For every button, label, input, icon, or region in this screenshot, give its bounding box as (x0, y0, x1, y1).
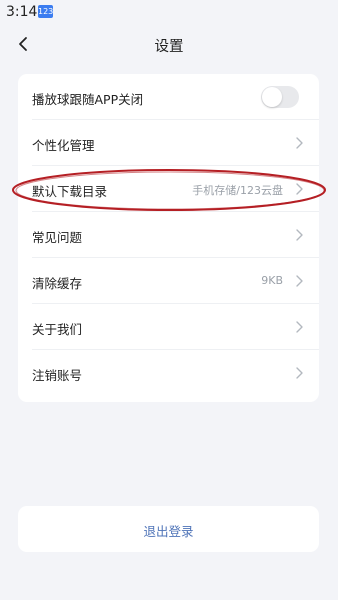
nav-bar: 设置 (0, 26, 338, 62)
setting-row-clear-cache[interactable]: 清除缓存 9KB (18, 258, 319, 304)
setting-row-download-directory[interactable]: 默认下载目录 手机存储/123云盘 (18, 166, 319, 212)
setting-label: 常见问题 (32, 230, 83, 245)
chevron-right-icon (296, 183, 303, 195)
setting-label: 清除缓存 (32, 276, 83, 291)
chevron-right-icon (296, 275, 303, 287)
toggle-knob (262, 87, 282, 107)
setting-label: 播放球跟随APP关闭 (32, 92, 144, 107)
setting-label: 个性化管理 (32, 138, 95, 153)
settings-card: 播放球跟随APP关闭 个性化管理 默认下载目录 手机存储/123云盘 常见问题 … (18, 74, 319, 402)
page-title: 设置 (154, 39, 184, 55)
chevron-right-icon (296, 229, 303, 241)
download-directory-value: 手机存储/123云盘 (192, 184, 283, 197)
setting-row-faq[interactable]: 常见问题 (18, 212, 319, 258)
setting-row-delete-account[interactable]: 注销账号 (18, 350, 319, 396)
playball-toggle[interactable] (261, 86, 299, 108)
setting-label: 默认下载目录 (32, 184, 108, 199)
setting-row-about-us[interactable]: 关于我们 (18, 304, 319, 350)
setting-row-personalization[interactable]: 个性化管理 (18, 120, 319, 166)
logout-button[interactable]: 退出登录 (18, 506, 319, 552)
setting-label: 注销账号 (32, 368, 83, 383)
setting-label: 关于我们 (32, 322, 83, 337)
status-bar: 3:14 123 (0, 0, 338, 26)
chevron-right-icon (296, 321, 303, 333)
chevron-right-icon (296, 137, 303, 149)
status-time: 3:14 (6, 4, 38, 20)
logout-label: 退出登录 (143, 524, 194, 539)
chevron-right-icon (296, 367, 303, 379)
cache-size-value: 9KB (261, 274, 283, 287)
notification-badge: 123 (38, 5, 54, 18)
setting-row-playball-follow-app: 播放球跟随APP关闭 (18, 74, 319, 120)
